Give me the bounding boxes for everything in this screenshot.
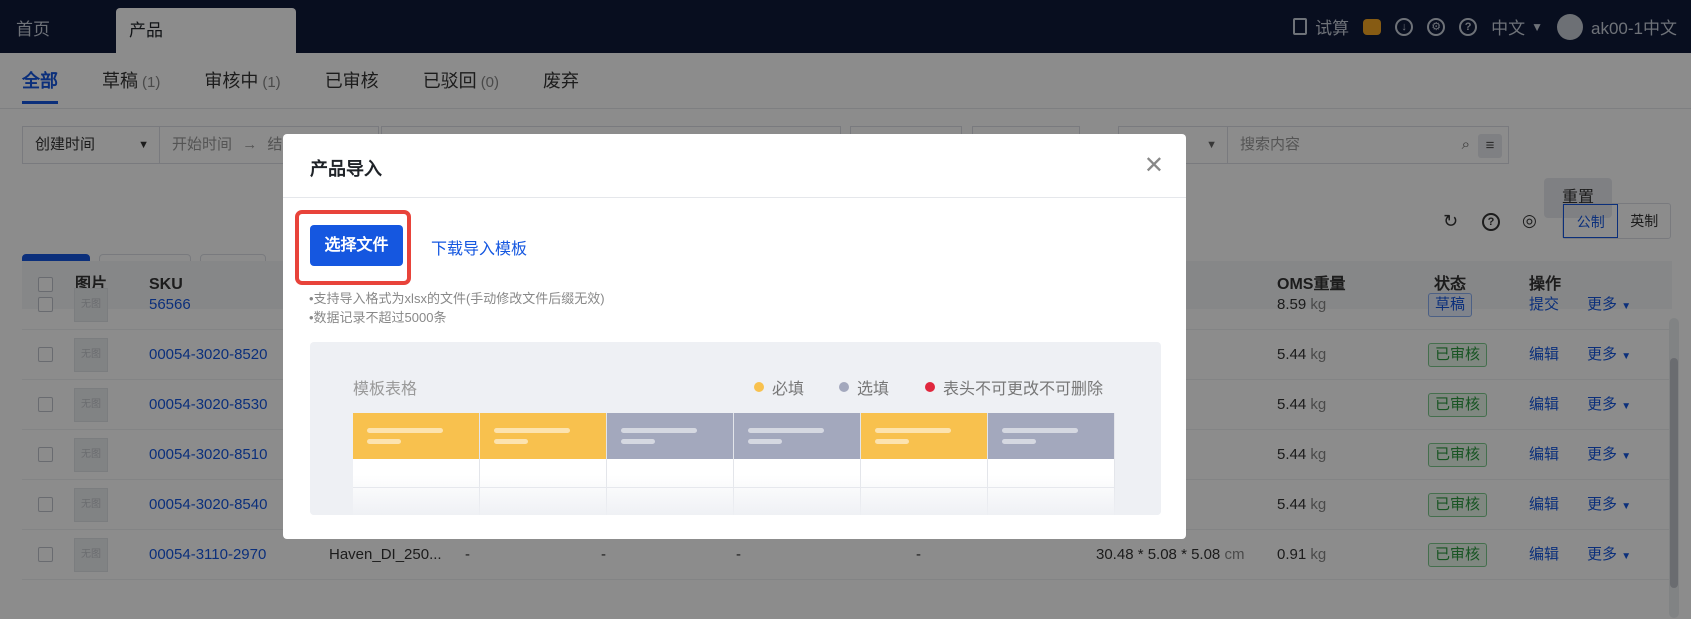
template-fade [310, 475, 1161, 515]
product-import-modal: 产品导入 ✕ 选择文件 下载导入模板 •支持导入格式为xlsx的文件(手动修改文… [283, 134, 1186, 539]
legend-optional: 选填 [839, 375, 889, 399]
tip-format: •支持导入格式为xlsx的文件(手动修改文件后缀无效) [309, 291, 605, 306]
legend-optional-label: 选填 [857, 381, 890, 398]
legend-required-label: 必填 [772, 381, 805, 398]
close-icon[interactable]: ✕ [1144, 151, 1164, 180]
select-file-button[interactable]: 选择文件 [310, 225, 403, 266]
template-preview: 模板表格 必填 选填 表头不可更改不可删除 [310, 342, 1161, 515]
legend-required: 必填 [754, 375, 804, 399]
mock-required-column [353, 413, 479, 459]
mock-optional-column [734, 413, 860, 459]
tip-limit: •数据记录不超过5000条 [309, 310, 447, 325]
mock-optional-column [988, 413, 1114, 459]
download-template-link[interactable]: 下载导入模板 [431, 235, 527, 259]
mock-optional-column [607, 413, 733, 459]
mock-required-column [480, 413, 606, 459]
required-dot-icon [754, 382, 764, 392]
template-label: 模板表格 [353, 381, 418, 398]
modal-divider [283, 197, 1186, 198]
mock-required-column [861, 413, 987, 459]
locked-dot-icon [925, 382, 935, 392]
legend-header-label: 表头不可更改不可删除 [943, 381, 1104, 398]
modal-title: 产品导入 [310, 159, 382, 179]
legend-header-locked: 表头不可更改不可删除 [925, 375, 1103, 399]
optional-dot-icon [839, 382, 849, 392]
